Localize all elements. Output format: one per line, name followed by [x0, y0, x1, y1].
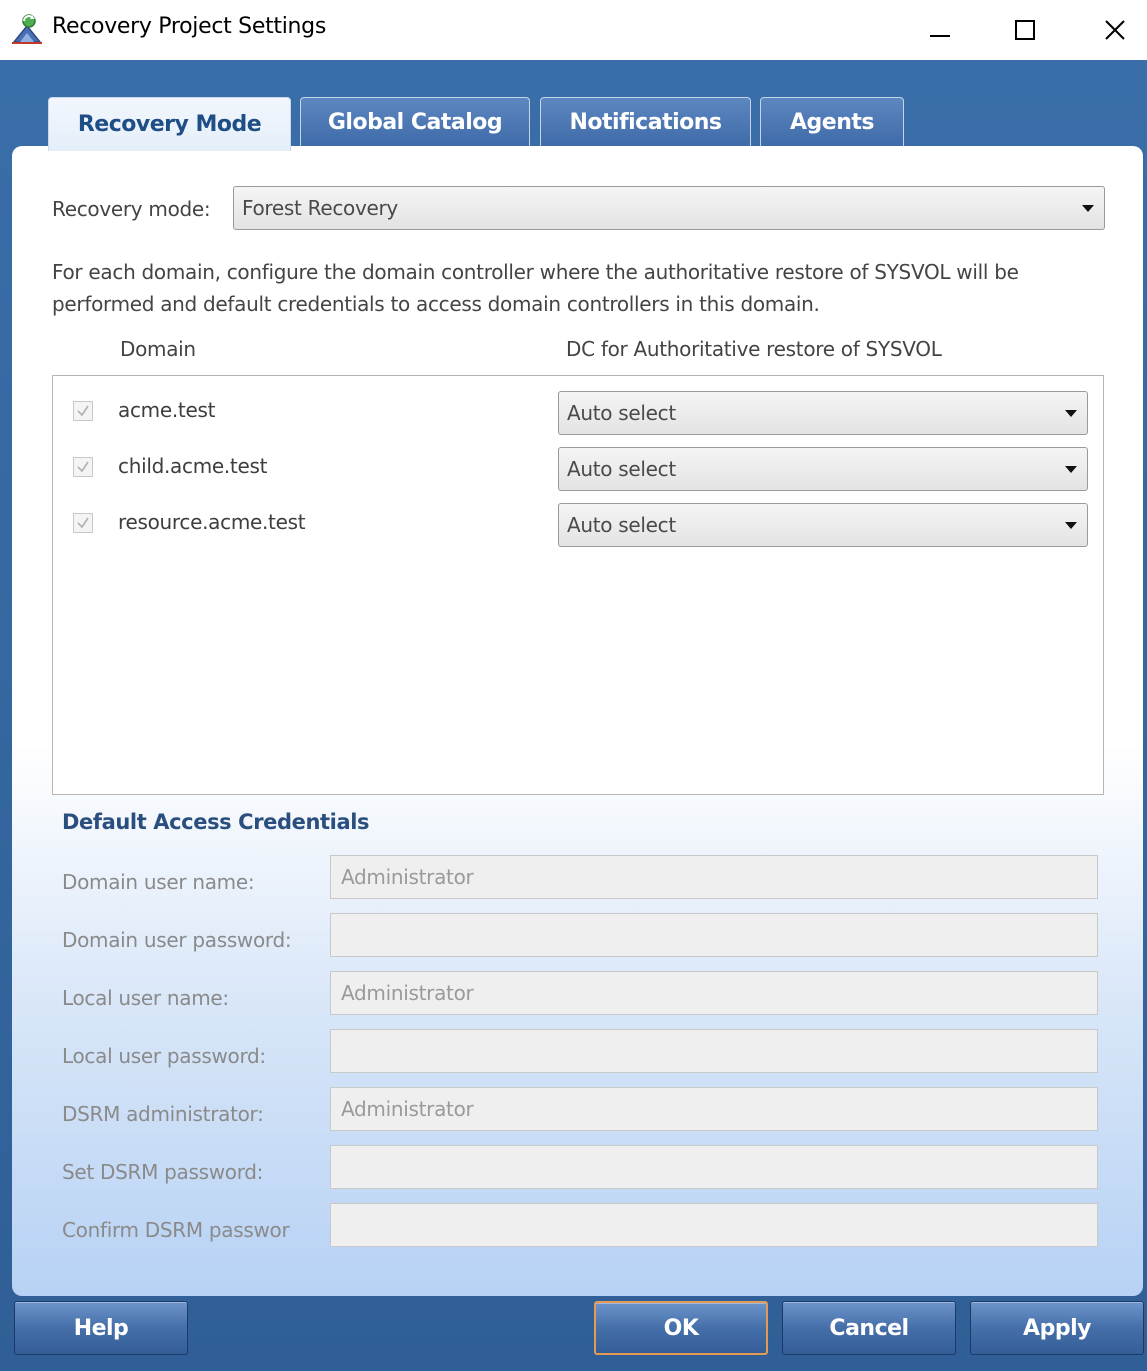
help-button[interactable]: Help	[14, 1301, 188, 1355]
confirm-dsrm-password-field[interactable]	[330, 1203, 1098, 1247]
dc-column-header: DC for Authoritative restore of SYSVOL	[566, 337, 942, 361]
recovery-mode-label: Recovery mode:	[52, 197, 211, 221]
dsrm-administrator-field[interactable]	[330, 1087, 1098, 1131]
domain-name: child.acme.test	[118, 454, 268, 478]
tab-recovery-mode[interactable]: Recovery Mode	[48, 97, 291, 151]
dc-select[interactable]: Auto select	[558, 391, 1088, 435]
domain-row: resource.acme.test Auto select	[53, 496, 1103, 547]
set-dsrm-password-label: Set DSRM password:	[62, 1160, 264, 1184]
checkmark-icon	[77, 461, 89, 473]
domain-checkbox[interactable]	[73, 457, 93, 477]
close-button[interactable]	[1070, 0, 1147, 60]
domain-user-name-label: Domain user name:	[62, 870, 255, 894]
cancel-button[interactable]: Cancel	[782, 1301, 956, 1355]
domain-user-password-field[interactable]	[330, 913, 1098, 957]
recovery-mode-value: Forest Recovery	[242, 196, 398, 220]
dropdown-arrow-icon	[1065, 522, 1077, 529]
tab-agents[interactable]: Agents	[760, 97, 904, 147]
tab-notifications[interactable]: Notifications	[540, 97, 751, 147]
dc-select[interactable]: Auto select	[558, 503, 1088, 547]
window-title: Recovery Project Settings	[52, 14, 326, 39]
domain-column-header: Domain	[120, 337, 196, 361]
set-dsrm-password-field[interactable]	[330, 1145, 1098, 1189]
domain-user-name-field[interactable]	[330, 855, 1098, 899]
dc-select[interactable]: Auto select	[558, 447, 1088, 491]
maximize-button[interactable]	[980, 0, 1070, 60]
checkmark-icon	[77, 517, 89, 529]
domain-row: child.acme.test Auto select	[53, 440, 1103, 491]
local-user-password-field[interactable]	[330, 1029, 1098, 1073]
dropdown-arrow-icon	[1065, 410, 1077, 417]
recovery-mode-select[interactable]: Forest Recovery	[233, 186, 1105, 230]
dc-select-value: Auto select	[567, 513, 676, 537]
dc-select-value: Auto select	[567, 401, 676, 425]
domain-description: For each domain, configure the domain co…	[52, 260, 1019, 316]
tab-global-catalog[interactable]: Global Catalog	[300, 97, 530, 147]
minimize-icon	[930, 35, 950, 37]
domain-checkbox[interactable]	[73, 513, 93, 533]
local-user-name-label: Local user name:	[62, 986, 229, 1010]
domain-user-password-label: Domain user password:	[62, 928, 292, 952]
close-icon	[1105, 20, 1125, 40]
maximize-icon	[1015, 20, 1035, 40]
checkmark-icon	[77, 405, 89, 417]
dialog-body: Recovery Mode Global Catalog Notificatio…	[0, 60, 1147, 1371]
confirm-dsrm-password-label: Confirm DSRM passwor	[62, 1218, 290, 1242]
credentials-section-title: Default Access Credentials	[62, 810, 370, 834]
domain-name: resource.acme.test	[118, 510, 306, 534]
domain-name: acme.test	[118, 398, 216, 422]
recovery-mode-panel: Recovery mode: Forest Recovery For each …	[12, 146, 1143, 1296]
title-bar: Recovery Project Settings	[0, 0, 1147, 60]
apply-button[interactable]: Apply	[970, 1301, 1144, 1355]
recovery-manager-app-icon	[12, 14, 42, 44]
local-user-name-field[interactable]	[330, 971, 1098, 1015]
dropdown-arrow-icon	[1082, 205, 1094, 212]
dropdown-arrow-icon	[1065, 466, 1077, 473]
local-user-password-label: Local user password:	[62, 1044, 266, 1068]
domain-list: acme.test Auto select child.acme.test Au…	[52, 375, 1104, 795]
dsrm-administrator-label: DSRM administrator:	[62, 1102, 264, 1126]
minimize-button[interactable]	[895, 0, 985, 60]
domain-row: acme.test Auto select	[53, 384, 1103, 435]
ok-button[interactable]: OK	[594, 1301, 768, 1355]
domain-checkbox[interactable]	[73, 401, 93, 421]
dc-select-value: Auto select	[567, 457, 676, 481]
